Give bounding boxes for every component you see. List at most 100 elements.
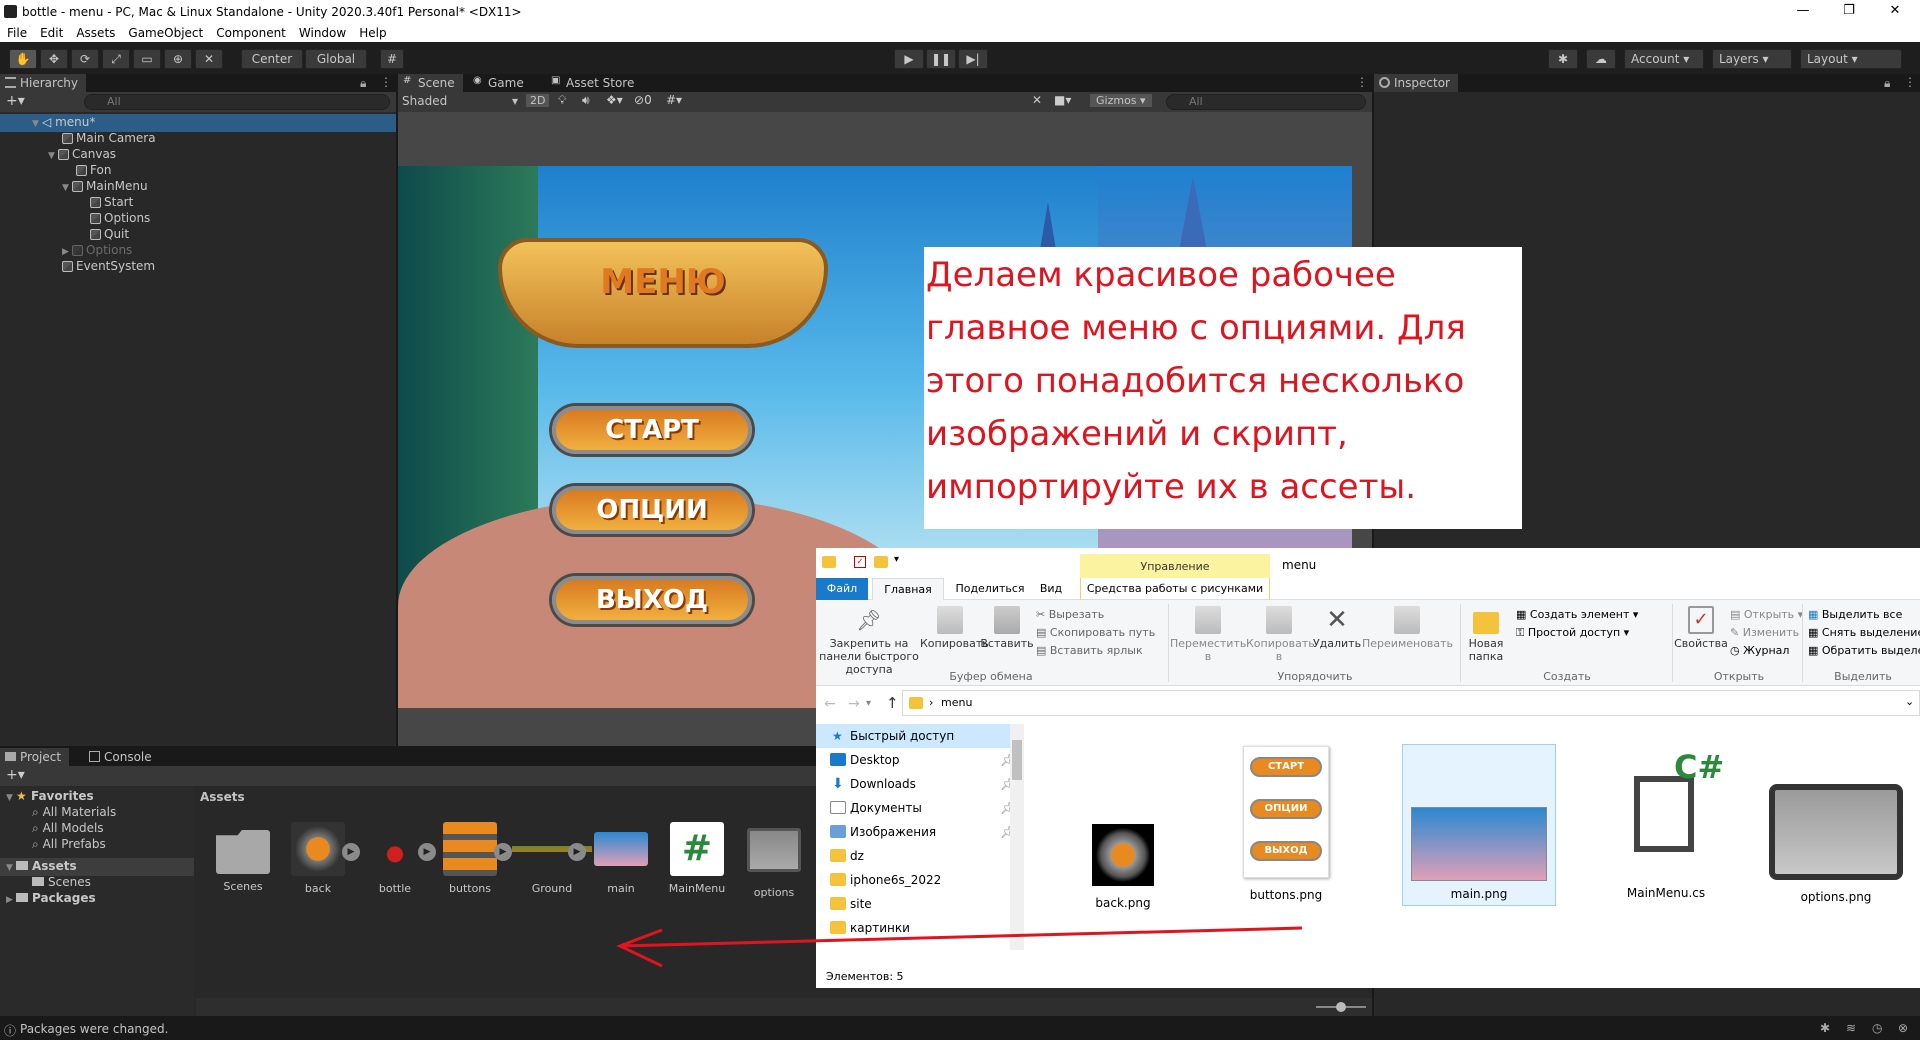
- up-arrow-icon[interactable]: ↑: [886, 694, 899, 712]
- address-dropdown-icon[interactable]: ⌄: [1905, 695, 1914, 708]
- close-button[interactable]: ✕: [1872, 0, 1918, 24]
- paste-shortcut-button[interactable]: ▤ Вставить ярлык: [1036, 644, 1143, 657]
- mode-2d-toggle[interactable]: 2D: [526, 94, 550, 107]
- progress-icon[interactable]: ⊗: [1898, 1021, 1908, 1035]
- camera-icon[interactable]: ■▾: [1054, 93, 1071, 107]
- asset-options[interactable]: options: [741, 822, 807, 899]
- assets-breadcrumb[interactable]: Assets: [200, 790, 245, 804]
- cache-server-icon[interactable]: ≋: [1846, 1021, 1856, 1035]
- more-menu-icon[interactable]: ⋮: [1904, 75, 1916, 89]
- tab-scene[interactable]: # Scene: [398, 74, 463, 92]
- copy-to-button[interactable]: Копировать в: [1246, 606, 1315, 663]
- collab-icon[interactable]: ✱: [1548, 49, 1578, 69]
- shading-mode-dropdown[interactable]: Shaded ▾: [402, 94, 518, 108]
- game-start-button[interactable]: СТАРТ: [552, 406, 752, 454]
- new-item-button[interactable]: ▦ Создать элемент ▾: [1516, 608, 1638, 621]
- tree-item-quit[interactable]: Quit: [0, 226, 129, 242]
- expand-play-icon[interactable]: ▶: [568, 843, 586, 861]
- menu-file[interactable]: File: [0, 24, 33, 40]
- select-none-button[interactable]: ▦ Снять выделение: [1808, 626, 1920, 639]
- tab-console[interactable]: Console: [84, 748, 160, 766]
- menu-edit[interactable]: Edit: [33, 24, 69, 40]
- edit-button[interactable]: ✎ Изменить: [1730, 626, 1799, 639]
- invert-selection-button[interactable]: ▦ Обратить выделение: [1808, 644, 1920, 657]
- copy-button[interactable]: Копировать: [920, 606, 989, 650]
- step-button[interactable]: ▶|: [958, 49, 988, 69]
- grid-snap-icon[interactable]: #: [380, 49, 404, 69]
- hidden-objects-icon[interactable]: ⊘0: [634, 93, 652, 107]
- new-folder-icon[interactable]: [874, 556, 888, 568]
- nav-pictures[interactable]: Изображения 📌︎: [816, 820, 1016, 844]
- custom-tool-icon[interactable]: ✕: [195, 49, 223, 69]
- tree-item-fon[interactable]: Fon: [0, 162, 111, 178]
- history-button[interactable]: ◷ Журнал: [1730, 644, 1789, 657]
- transform-tool-icon[interactable]: ⊕: [164, 49, 192, 69]
- game-quit-button[interactable]: ВЫХОД: [552, 576, 752, 624]
- delete-button[interactable]: ✕ Удалить: [1312, 606, 1362, 650]
- tab-asset-store[interactable]: ▣ Asset Store: [546, 74, 642, 92]
- ribbon-tab-file[interactable]: Файл: [816, 578, 868, 600]
- effects-icon[interactable]: ❖▾: [606, 93, 623, 107]
- file-mainmenu-cs[interactable]: C# MainMenu.cs: [1606, 748, 1726, 900]
- play-button[interactable]: ▶: [894, 49, 924, 69]
- more-menu-icon[interactable]: ⋮: [380, 75, 392, 89]
- tab-game[interactable]: ◉ Game: [468, 74, 532, 92]
- audio-icon[interactable]: 🔊︎: [582, 93, 590, 108]
- quick-toolbar-dropdown-icon[interactable]: ▾: [894, 554, 899, 565]
- hierarchy-search-input[interactable]: All: [84, 94, 390, 110]
- nav-desktop[interactable]: Desktop 📌︎: [816, 748, 1016, 772]
- asset-bottle[interactable]: bottle: [362, 822, 428, 895]
- layers-dropdown[interactable]: Layers ▾: [1712, 49, 1792, 69]
- properties-check-icon[interactable]: ✓: [854, 556, 866, 568]
- ribbon-tab-picture-tools[interactable]: Средства работы с рисунками: [1080, 578, 1270, 600]
- packages-folder-item[interactable]: ▶ Packages: [0, 890, 96, 908]
- asset-main[interactable]: main: [588, 822, 654, 895]
- lock-icon[interactable]: 🔒︎: [1884, 76, 1890, 91]
- ribbon-tab-view[interactable]: Вид: [1028, 578, 1074, 600]
- favorite-all-models[interactable]: ⌕ All Models: [0, 820, 104, 836]
- nav-scrollbar-thumb[interactable]: [1012, 740, 1022, 780]
- expand-play-icon[interactable]: ▶: [342, 843, 360, 861]
- minimize-button[interactable]: —: [1780, 0, 1826, 24]
- tree-item-main-camera[interactable]: Main Camera: [0, 130, 156, 146]
- file-options-png[interactable]: options.png: [1766, 784, 1906, 904]
- scale-tool-icon[interactable]: ⤢: [102, 49, 130, 69]
- hand-tool-icon[interactable]: ✋: [9, 49, 37, 69]
- nav-downloads[interactable]: ⬇ Downloads 📌︎: [816, 772, 1016, 796]
- menu-gameobject[interactable]: GameObject: [121, 24, 209, 40]
- gizmos-dropdown[interactable]: Gizmos ▾: [1090, 94, 1152, 107]
- new-folder-button[interactable]: Новая папка: [1464, 606, 1508, 663]
- menu-help[interactable]: Help: [352, 24, 392, 40]
- tree-item-start[interactable]: Start: [0, 194, 133, 210]
- rename-button[interactable]: Переименовать: [1362, 606, 1453, 650]
- tab-inspector[interactable]: Inspector: [1374, 74, 1458, 92]
- pin-quick-access-button[interactable]: 📌︎ Закрепить на панели быстрого доступа: [818, 606, 920, 676]
- tools-icon[interactable]: ✕: [1032, 93, 1042, 107]
- menu-assets[interactable]: Assets: [69, 24, 121, 40]
- file-main-png[interactable]: main.png: [1402, 744, 1556, 906]
- nav-quick-access[interactable]: ★ Быстрый доступ: [816, 724, 1016, 748]
- pause-button[interactable]: ❚❚: [926, 49, 956, 69]
- recent-dropdown-icon[interactable]: ▾: [866, 698, 871, 709]
- account-dropdown[interactable]: Account ▾: [1624, 49, 1704, 69]
- asset-mainmenu-script[interactable]: # MainMenu: [664, 822, 730, 895]
- scenes-folder-item[interactable]: Scenes: [0, 874, 91, 890]
- move-tool-icon[interactable]: ✥: [40, 49, 68, 69]
- menu-component[interactable]: Component: [209, 24, 292, 40]
- menu-window[interactable]: Window: [292, 24, 352, 40]
- tree-item-options[interactable]: Options: [0, 210, 150, 226]
- favorite-all-materials[interactable]: ⌕ All Materials: [0, 804, 116, 820]
- lighting-icon[interactable]: 💡︎: [558, 93, 566, 108]
- layout-dropdown[interactable]: Layout ▾: [1800, 49, 1902, 69]
- properties-button[interactable]: ✓ Свойства: [1674, 606, 1728, 650]
- cloud-icon[interactable]: ☁: [1586, 49, 1616, 69]
- nav-folder-iphone[interactable]: iphone6s_2022: [816, 868, 1016, 892]
- cut-button[interactable]: ✂ Вырезать: [1036, 608, 1104, 621]
- paste-button[interactable]: Вставить: [980, 606, 1034, 650]
- rect-tool-icon[interactable]: ▭: [133, 49, 161, 69]
- expand-play-icon[interactable]: ▶: [418, 843, 436, 861]
- pivot-global-button[interactable]: Global: [305, 49, 367, 69]
- file-buttons-png[interactable]: СТАРТ ОПЦИИ ВЫХОД buttons.png: [1236, 746, 1336, 902]
- move-to-button[interactable]: Переместить в: [1170, 606, 1246, 663]
- scene-search-input[interactable]: All: [1166, 94, 1366, 110]
